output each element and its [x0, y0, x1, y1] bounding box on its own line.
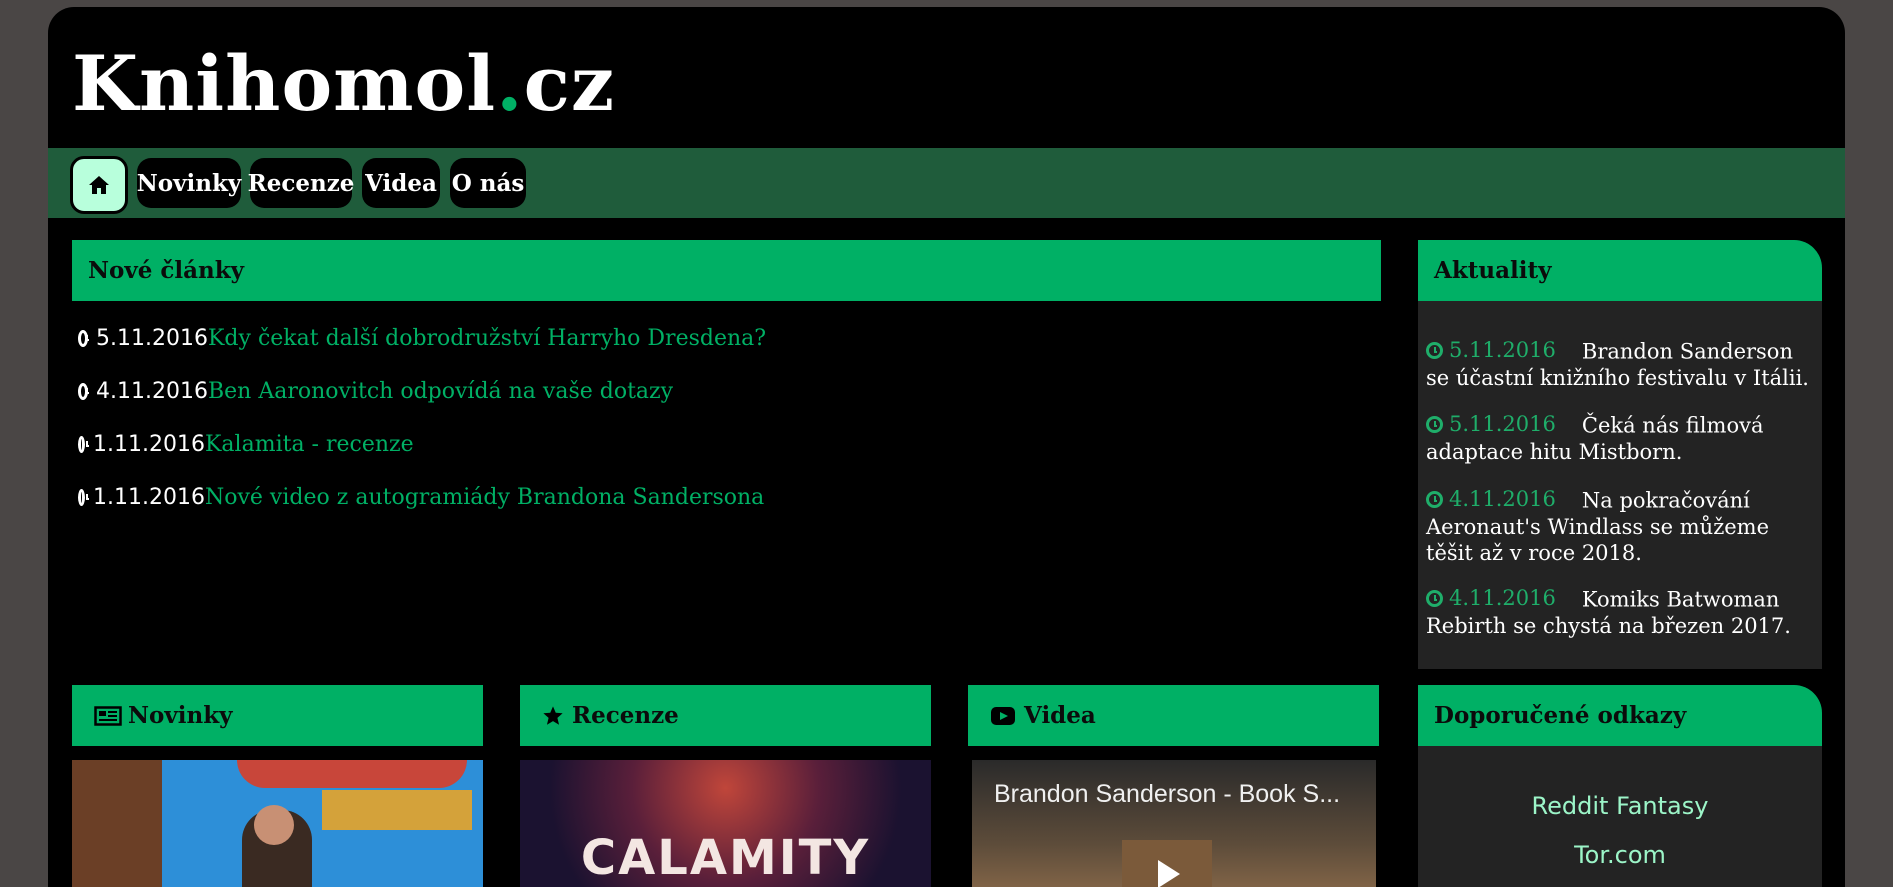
- clock-icon: [1426, 490, 1443, 508]
- clock-icon: [78, 435, 90, 453]
- clock-icon: [78, 382, 90, 400]
- novinky-image[interactable]: [72, 760, 483, 887]
- recenze-heading[interactable]: Recenze: [520, 685, 931, 746]
- books-display: [322, 790, 472, 830]
- book-cover-title: CALAMITY: [580, 830, 871, 886]
- novinky-heading-label: Novinky: [128, 702, 233, 729]
- link-reddit-fantasy[interactable]: Reddit Fantasy: [1418, 792, 1822, 820]
- article-date: 1.11.2016: [78, 485, 205, 510]
- logo-main: Knihomol: [72, 39, 497, 128]
- news-panel: 5.11.2016 Brandon Sanderson se účastní kn…: [1418, 301, 1822, 669]
- article-link[interactable]: Kdy čekat další dobrodružství Harryho Dr…: [208, 326, 766, 351]
- clock-icon: [78, 488, 90, 506]
- logo-tld: cz: [523, 39, 616, 128]
- videa-heading-label: Videa: [1024, 702, 1096, 729]
- news-date: 5.11.2016: [1426, 337, 1556, 363]
- recenze-heading-label: Recenze: [572, 702, 679, 729]
- main-nav: Novinky Recenze Videa O nás: [48, 148, 1845, 218]
- bookshelf-shape: [72, 760, 162, 887]
- star-icon: [543, 705, 563, 725]
- article-row: 1.11.2016 Nové video z autogramiády Bran…: [78, 477, 764, 517]
- videa-heading[interactable]: Videa: [968, 685, 1379, 746]
- new-articles-heading: Nové články: [72, 240, 1381, 301]
- news-date: 4.11.2016: [1426, 486, 1556, 512]
- clock-icon: [78, 329, 90, 347]
- novinky-heading[interactable]: Novinky: [72, 685, 483, 746]
- recenze-image[interactable]: CALAMITY: [520, 760, 931, 887]
- site-logo[interactable]: Knihomol.cz: [72, 39, 615, 129]
- nav-home-button[interactable]: [70, 156, 128, 214]
- links-heading: Doporučené odkazy: [1418, 685, 1822, 746]
- news-item: 5.11.2016 Čeká nás filmová adaptace hitu …: [1426, 411, 1816, 465]
- links-panel: Reddit Fantasy Tor.com: [1418, 746, 1822, 887]
- clock-icon: [1426, 341, 1443, 359]
- sign-shape: [237, 760, 467, 788]
- youtube-icon: [991, 706, 1015, 725]
- article-row: 1.11.2016 Kalamita - recenze: [78, 424, 414, 464]
- clock-icon: [1426, 415, 1443, 433]
- nav-item-videa[interactable]: Videa: [362, 158, 440, 208]
- news-item: 5.11.2016 Brandon Sanderson se účastní kn…: [1426, 337, 1816, 391]
- play-icon[interactable]: [1158, 860, 1180, 887]
- article-link[interactable]: Nové video z autogramiády Brandona Sande…: [205, 485, 764, 510]
- link-tor[interactable]: Tor.com: [1418, 841, 1822, 869]
- face-shape: [254, 805, 294, 845]
- article-link[interactable]: Kalamita - recenze: [205, 432, 414, 457]
- article-date: 4.11.2016: [78, 379, 208, 404]
- clock-icon: [1426, 589, 1443, 607]
- news-date: 5.11.2016: [1426, 411, 1556, 437]
- news-item: 4.11.2016 Komiks Batwoman Rebirth se chys…: [1426, 585, 1816, 639]
- news-item: 4.11.2016 Na pokračování Aeronaut's Windl…: [1426, 486, 1816, 566]
- news-date: 4.11.2016: [1426, 585, 1556, 611]
- home-icon: [89, 176, 109, 194]
- logo-dot: .: [496, 39, 524, 128]
- video-player[interactable]: Brandon Sanderson - Book S...: [972, 760, 1376, 887]
- nav-item-novinky[interactable]: Novinky: [137, 158, 241, 208]
- article-date: 1.11.2016: [78, 432, 205, 457]
- nav-item-recenze[interactable]: Recenze: [248, 158, 354, 208]
- article-row: 5.11.2016 Kdy čekat další dobrodružství …: [78, 318, 766, 358]
- article-date: 5.11.2016: [78, 326, 208, 351]
- nav-item-o-nas[interactable]: O nás: [450, 158, 526, 208]
- newspaper-icon: [94, 705, 122, 726]
- news-heading: Aktuality: [1418, 240, 1822, 301]
- article-row: 4.11.2016 Ben Aaronovitch odpovídá na va…: [78, 371, 673, 411]
- page: Knihomol.cz Novinky Recenze Videa O nás …: [48, 7, 1845, 887]
- article-link[interactable]: Ben Aaronovitch odpovídá na vaše dotazy: [208, 379, 673, 404]
- video-title[interactable]: Brandon Sanderson - Book S...: [994, 780, 1340, 809]
